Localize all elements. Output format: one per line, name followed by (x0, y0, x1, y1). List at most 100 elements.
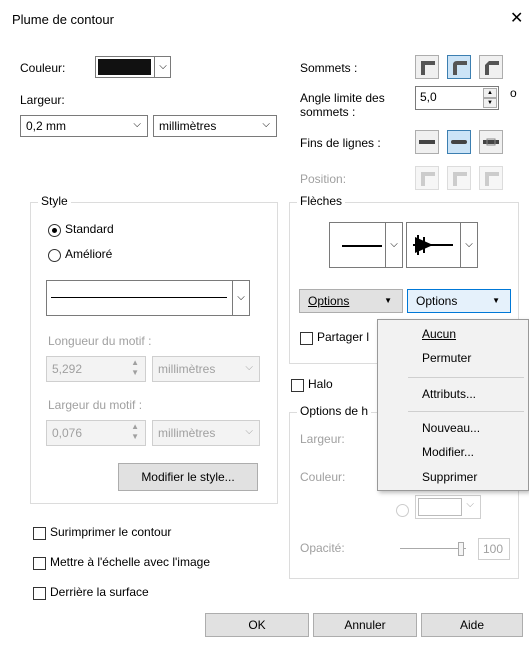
menu-separator (408, 377, 524, 378)
start-arrow-preview (342, 245, 382, 247)
menu-item-new[interactable]: Nouveau... (422, 421, 480, 435)
corner-miter-icon (421, 61, 435, 75)
scale-with-image-checkbox[interactable] (33, 557, 46, 570)
chevron-down-icon: ⌵ (460, 223, 477, 267)
cap-square-button[interactable] (479, 130, 503, 154)
overprint-label: Surimprimer le contour (50, 525, 172, 539)
cap-butt-icon (419, 140, 435, 144)
opacity-label: Opacité: (300, 541, 345, 555)
cap-round-button[interactable] (447, 130, 471, 154)
position-outside-icon (421, 172, 435, 186)
chevron-down-icon: ⌵ (133, 119, 141, 130)
position-inside-icon (485, 172, 499, 186)
line-style-preview (51, 297, 227, 298)
dash-width-spinbox: 0,076 ▲ ▼ (46, 420, 146, 446)
line-style-select[interactable]: ⌵ (46, 280, 250, 316)
corners-label: Sommets : (300, 61, 358, 75)
opacity-value-box: 100 (478, 538, 510, 560)
miter-label-line1: Angle limite des (300, 91, 385, 105)
position-inside-button (479, 166, 503, 190)
unit-select[interactable]: millimètres ⌵ (153, 115, 277, 137)
end-arrow-select[interactable]: ⌵ (406, 222, 478, 268)
corner-bevel-button[interactable] (479, 55, 503, 79)
dash-width-unit-select: millimètres ⌵ (152, 420, 260, 446)
help-button[interactable]: Aide (421, 613, 523, 637)
width-label: Largeur: (20, 93, 65, 107)
menu-separator (408, 411, 524, 412)
corner-round-button[interactable] (447, 55, 471, 79)
menu-item-edit[interactable]: Modifier... (422, 445, 474, 459)
arrows-group-title: Flèches (297, 194, 346, 208)
opacity-value: 100 (483, 542, 504, 556)
spin-up-icon[interactable]: ▲ (483, 88, 497, 98)
ok-button[interactable]: OK (205, 613, 309, 637)
halo-color-radio (396, 504, 409, 517)
position-center-button (447, 166, 471, 190)
halo-color-label: Couleur: (300, 470, 346, 484)
overprint-checkbox[interactable] (33, 527, 46, 540)
share-attributes-checkbox[interactable] (300, 332, 313, 345)
position-center-icon (453, 172, 467, 186)
standard-radio[interactable] (48, 224, 61, 237)
options-left-button[interactable]: Options ▼ (299, 289, 403, 313)
halo-label: Halo (308, 377, 333, 391)
spin-down-icon[interactable]: ▼ (483, 98, 497, 108)
window-title: Plume de contour (12, 12, 114, 27)
chevron-down-icon: ⌵ (262, 119, 270, 130)
halo-color-swatch (418, 498, 462, 516)
opacity-slider-thumb (458, 542, 464, 556)
cap-square-icon (483, 138, 499, 146)
halo-checkbox[interactable] (291, 379, 304, 392)
enhanced-radio[interactable] (48, 249, 61, 262)
miter-spinbox[interactable]: 5,0 ▲ ▼ (415, 86, 499, 110)
opacity-slider (400, 542, 470, 556)
position-label: Position: (300, 172, 347, 186)
dash-width-value: 0,076 (52, 426, 83, 440)
triangle-down-icon: ▼ (492, 296, 500, 305)
color-label: Couleur: (20, 61, 66, 75)
triangle-down-icon: ▼ (384, 296, 392, 305)
cap-butt-button[interactable] (415, 130, 439, 154)
dash-length-spinbox: 5,292 ▲ ▼ (46, 356, 146, 382)
spin-icon: ▲ ▼ (131, 358, 139, 377)
scale-with-image-label: Mettre à l'échelle avec l'image (50, 555, 210, 569)
options-right-button[interactable]: Options ▼ (407, 289, 511, 313)
options-right-label: Options (416, 294, 458, 308)
dash-width-unit: millimètres (158, 426, 216, 440)
corner-miter-button[interactable] (415, 55, 439, 79)
color-swatch (98, 59, 151, 75)
spin-icon: ▲ ▼ (131, 422, 139, 441)
menu-item-delete[interactable]: Supprimer (422, 470, 477, 484)
close-icon[interactable]: ✕ (510, 8, 523, 28)
standard-label: Standard (65, 222, 114, 236)
enhanced-label: Amélioré (65, 247, 113, 261)
chevron-down-icon: ⌵ (245, 426, 253, 437)
behind-fill-checkbox[interactable] (33, 587, 46, 600)
halo-color-select: ⌵ (415, 495, 481, 519)
line-caps-label: Fins de lignes : (300, 136, 381, 150)
start-arrow-select[interactable]: ⌵ (329, 222, 403, 268)
chevron-down-icon: ⌵ (154, 57, 171, 77)
width-select[interactable]: 0,2 mm ⌵ (20, 115, 148, 137)
dash-length-unit-select: millimètres ⌵ (152, 356, 260, 382)
menu-item-none[interactable]: Aucun (422, 327, 456, 341)
width-value: 0,2 mm (26, 119, 67, 133)
share-attributes-label: Partager l (317, 330, 370, 344)
options-menu: Aucun Permuter Attributs... Nouveau... M… (377, 319, 529, 491)
menu-item-swap[interactable]: Permuter (422, 351, 471, 365)
opacity-slider-track (400, 548, 466, 549)
cap-round-icon (451, 140, 467, 144)
cancel-button[interactable]: Annuler (313, 613, 417, 637)
dash-length-unit: millimètres (158, 362, 216, 376)
dash-width-label: Largeur du motif : (48, 398, 143, 412)
miter-unit: o (510, 86, 517, 100)
edit-style-button[interactable]: Modifier le style... (118, 463, 258, 491)
position-outside-button (415, 166, 439, 190)
corner-round-icon (453, 61, 467, 75)
behind-fill-label: Derrière la surface (50, 585, 149, 599)
color-picker[interactable]: ⌵ (95, 56, 171, 78)
menu-item-attributes[interactable]: Attributs... (422, 387, 476, 401)
options-left-label: Options (308, 294, 350, 308)
halo-options-title: Options de h (297, 404, 372, 418)
unit-value: millimètres (159, 119, 217, 133)
